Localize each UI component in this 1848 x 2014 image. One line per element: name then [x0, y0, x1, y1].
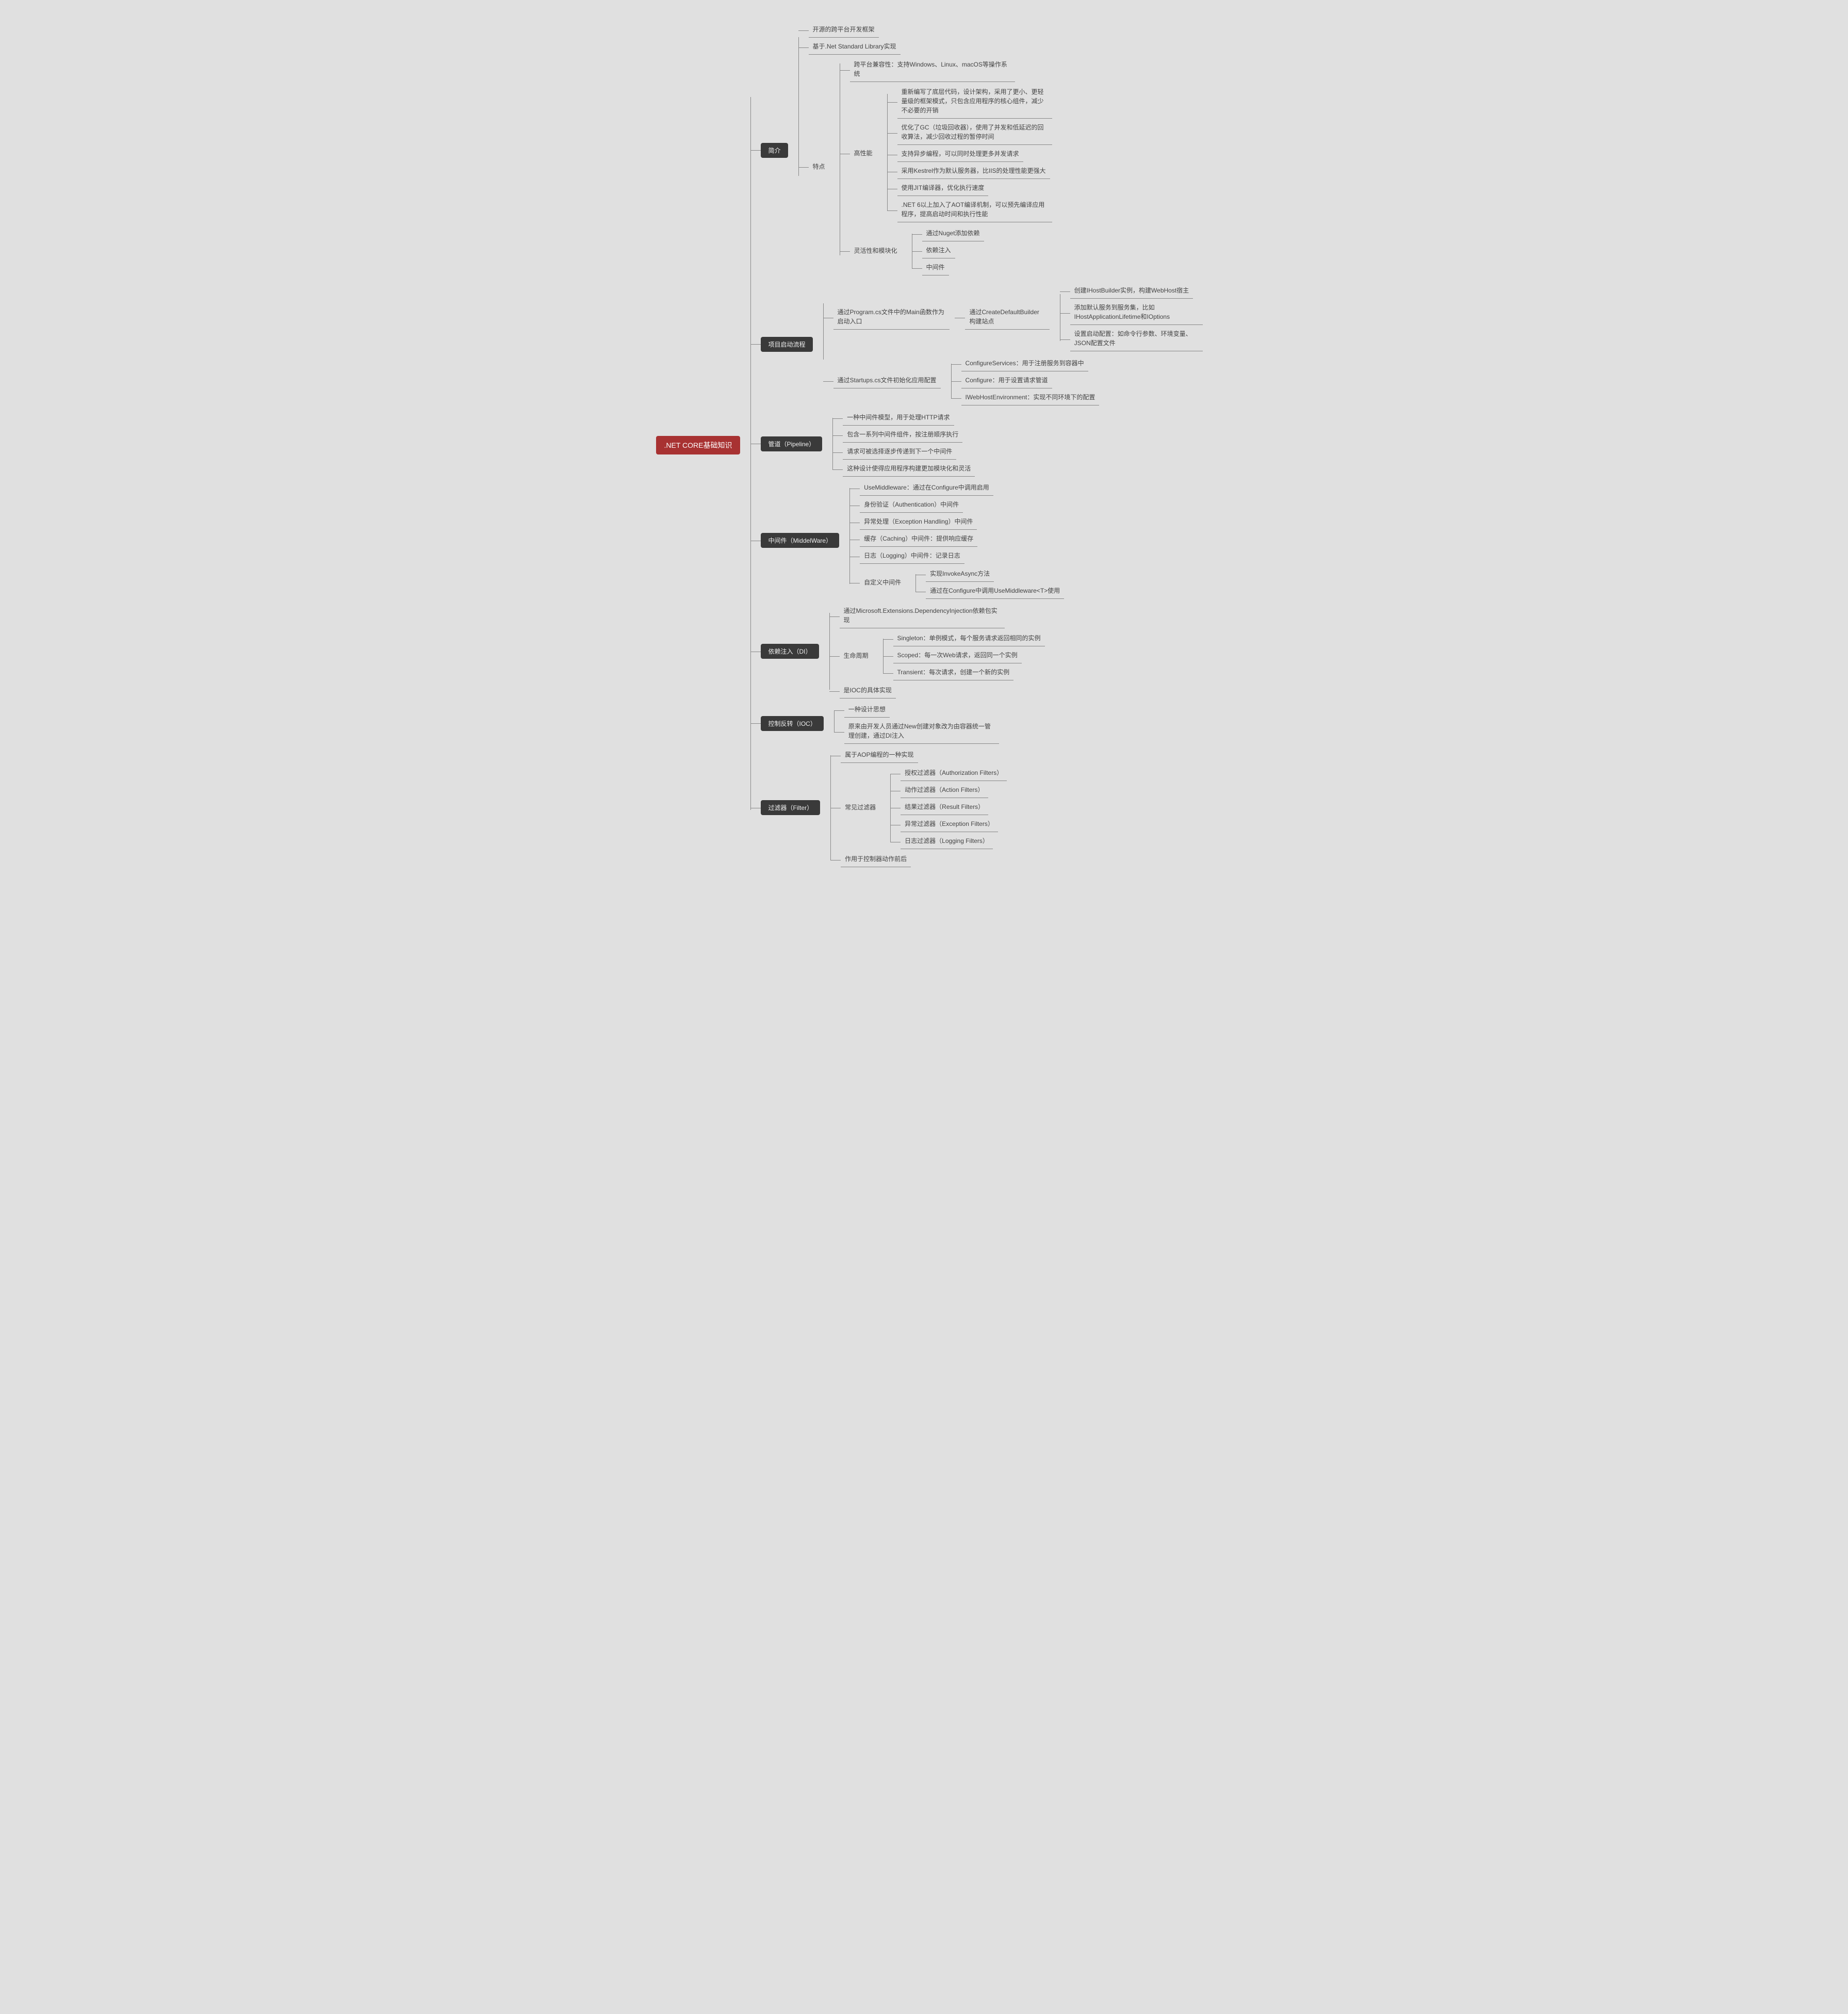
- di-item: 通过Microsoft.Extensions.DependencyInjecti…: [840, 604, 1005, 628]
- mw-item: UseMiddleware：通过在Configure中调用启用: [860, 481, 993, 496]
- flex-item: 通过Nuget添加依赖: [922, 226, 984, 241]
- builder-item: 添加默认服务到服务集，比如IHostApplicationLifetime和IO…: [1070, 301, 1203, 325]
- node-di[interactable]: 依赖注入（DI）: [761, 644, 819, 659]
- custom-mw-item: 通过在Configure中调用UseMiddleware<T>使用: [926, 584, 1064, 599]
- flex-item: 中间件: [922, 261, 949, 275]
- filter-type: 动作过滤器（Action Filters）: [901, 783, 988, 798]
- node-common-filters: 常见过滤器: [841, 801, 880, 815]
- node-lifecycle: 生命周期: [840, 649, 873, 663]
- mindmap-canvas: .NET CORE基础知识 简介 开源的跨平台开发框架 基于.Net Stand…: [646, 0, 1203, 900]
- startup-main: 通过Program.cs文件中的Main函数作为启动入口: [833, 305, 950, 330]
- startup-builder: 通过CreateDefaultBuilder构建站点: [965, 305, 1049, 330]
- node-middleware[interactable]: 中间件（MiddelWare）: [761, 533, 839, 548]
- pipeline-item: 请求可被选择逐步传递到下一个中间件: [843, 445, 956, 460]
- node-flex: 灵活性和模块化: [850, 244, 902, 258]
- ioc-item: 原来由开发人员通过New创建对象改为由容器统一管理创建，通过DI注入: [844, 720, 999, 744]
- intro-item: 开源的跨平台开发框架: [809, 23, 879, 38]
- mw-item: 身份验证（Authentication）中间件: [860, 498, 963, 513]
- startups-item: ConfigureServices：用于注册服务到容器中: [961, 356, 1088, 371]
- pipeline-item: 这种设计使得应用程序构建更加模块化和灵活: [843, 462, 975, 477]
- filter-type: 授权过滤器（Authorization Filters）: [901, 766, 1007, 781]
- mw-item: 异常处理（Exception Handling）中间件: [860, 515, 977, 530]
- node-pipeline[interactable]: 管道（Pipeline）: [761, 436, 822, 451]
- pipeline-item: 一种中间件模型，用于处理HTTP请求: [843, 411, 954, 426]
- ioc-item: 一种设计思想: [844, 703, 890, 718]
- mw-item: 缓存（Caching）中间件：提供响应缓存: [860, 532, 977, 547]
- node-filter[interactable]: 过滤器（Filter）: [761, 800, 820, 815]
- filter-type: 异常过滤器（Exception Filters）: [901, 817, 998, 832]
- perf-item: 采用Kestrel作为默认服务器，比IIS的处理性能更强大: [897, 164, 1050, 179]
- di-item: 是IOC的具体实现: [840, 684, 896, 699]
- filter-item: 作用于控制器动作前后: [841, 852, 911, 867]
- intro-item: 基于.Net Standard Library实现: [809, 40, 901, 55]
- node-intro[interactable]: 简介: [761, 143, 788, 158]
- builder-item: 创建IHostBuilder实例，构建WebHost宿主: [1070, 284, 1193, 299]
- perf-item: 支持异步编程，可以同时处理更多并发请求: [897, 147, 1023, 162]
- pipeline-item: 包含一系列中间件组件，按注册顺序执行: [843, 428, 962, 443]
- node-perf: 高性能: [850, 147, 877, 161]
- node-features: 特点: [809, 160, 829, 174]
- filter-type: 结果过滤器（Result Filters）: [901, 800, 988, 815]
- startups-item: IWebHostEnvironment：实现不同环境下的配置: [961, 391, 1100, 405]
- filter-item: 属于AOP编程的一种实现: [841, 748, 918, 763]
- perf-item: .NET 6以上加入了AOT编译机制，可以预先编译应用程序，提高启动时间和执行性…: [897, 198, 1052, 222]
- feature-cross: 跨平台兼容性：支持Windows、Linux、macOS等操作系统: [850, 58, 1015, 82]
- root-node[interactable]: .NET CORE基础知识: [656, 436, 741, 454]
- node-ioc[interactable]: 控制反转（IOC）: [761, 716, 823, 731]
- builder-item: 设置启动配置：如命令行参数、环境变量、JSON配置文件: [1070, 327, 1203, 351]
- mw-item: 日志（Logging）中间件：记录日志: [860, 549, 964, 564]
- life-item: Transient：每次请求，创建一个新的实例: [893, 665, 1014, 680]
- perf-item: 优化了GC（垃圾回收器），使用了并发和低延迟的回收算法，减少回收过程的暂停时间: [897, 121, 1052, 145]
- node-custom-mw: 自定义中间件: [860, 576, 905, 590]
- perf-item: 重新编写了底层代码，设计架构，采用了更小、更轻量级的框架模式，只包含应用程序的核…: [897, 85, 1052, 119]
- flex-item: 依赖注入: [922, 243, 955, 258]
- perf-item: 使用JIT编译器，优化执行速度: [897, 181, 989, 196]
- custom-mw-item: 实现InvokeAsync方法: [926, 567, 994, 582]
- node-startup[interactable]: 项目启动流程: [761, 337, 812, 352]
- life-item: Singleton：单例模式，每个服务请求返回相同的实例: [893, 631, 1045, 646]
- startup-startups: 通过Startups.cs文件初始化应用配置: [833, 373, 941, 388]
- startups-item: Configure：用于设置请求管道: [961, 373, 1052, 388]
- filter-type: 日志过滤器（Logging Filters）: [901, 834, 993, 849]
- life-item: Scoped：每一次Web请求，返回同一个实例: [893, 648, 1022, 663]
